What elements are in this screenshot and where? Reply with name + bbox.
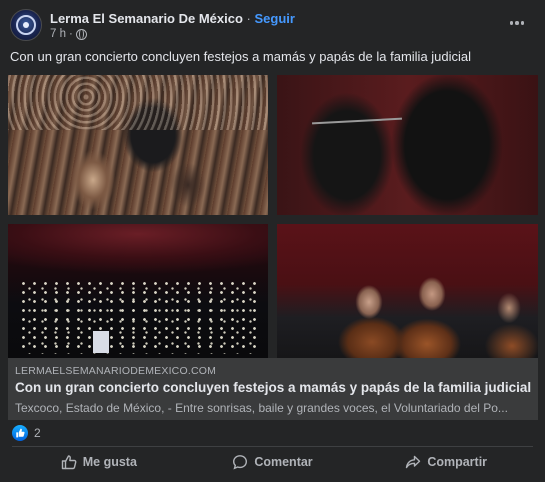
- share-button-label: Compartir: [427, 455, 488, 469]
- page-name-line: Lerma El Semanario De México · Seguir: [50, 11, 295, 26]
- comment-button-label: Comentar: [254, 455, 313, 469]
- follow-button[interactable]: Seguir: [255, 11, 295, 26]
- share-button[interactable]: Compartir: [359, 449, 533, 475]
- name-separator: ·: [246, 11, 251, 26]
- avatar-logo-dot: [23, 22, 29, 28]
- post-header: Lerma El Semanario De México · Seguir 7 …: [10, 9, 535, 43]
- like-reaction-icon: [12, 425, 28, 441]
- orchestra-violinists-photo[interactable]: [277, 224, 538, 358]
- page-avatar[interactable]: [10, 9, 42, 41]
- globe-icon: [75, 28, 87, 40]
- photo-grid: [8, 75, 538, 358]
- reaction-summary[interactable]: 2: [12, 425, 41, 441]
- link-description: Texcoco, Estado de México, - Entre sonri…: [15, 401, 508, 415]
- theater-phone-lights-photo[interactable]: [8, 224, 268, 358]
- reaction-count[interactable]: 2: [34, 426, 41, 440]
- post-card: Lerma El Semanario De México · Seguir 7 …: [0, 0, 545, 482]
- post-caption: Con un gran concierto concluyen festejos…: [10, 49, 472, 64]
- post-actions: Me gusta Comentar Compartir: [12, 449, 533, 475]
- like-button-label: Me gusta: [82, 455, 137, 469]
- comment-button[interactable]: Comentar: [186, 449, 360, 475]
- link-title[interactable]: Con un gran concierto concluyen festejos…: [15, 380, 531, 395]
- link-preview[interactable]: LERMAELSEMANARIODEMEXICO.COM Con un gran…: [8, 358, 538, 420]
- conductor-close-up-photo[interactable]: [277, 75, 538, 215]
- share-icon: [406, 455, 421, 469]
- phone-lights: [18, 279, 258, 354]
- actions-divider: [12, 446, 533, 447]
- meta-separator: ·: [69, 28, 73, 40]
- thumbs-up-icon: [61, 455, 77, 470]
- comment-icon: [233, 455, 248, 470]
- link-domain: LERMAELSEMANARIODEMEXICO.COM: [15, 365, 217, 377]
- post-timestamp[interactable]: 7 h: [50, 28, 66, 40]
- post-meta: 7 h ·: [50, 28, 87, 40]
- page-name-link[interactable]: Lerma El Semanario De México: [50, 11, 243, 26]
- stage-screen: [93, 331, 109, 353]
- more-options-icon[interactable]: [507, 13, 527, 33]
- audience-applauding-photo[interactable]: [8, 75, 268, 215]
- like-button[interactable]: Me gusta: [12, 449, 186, 475]
